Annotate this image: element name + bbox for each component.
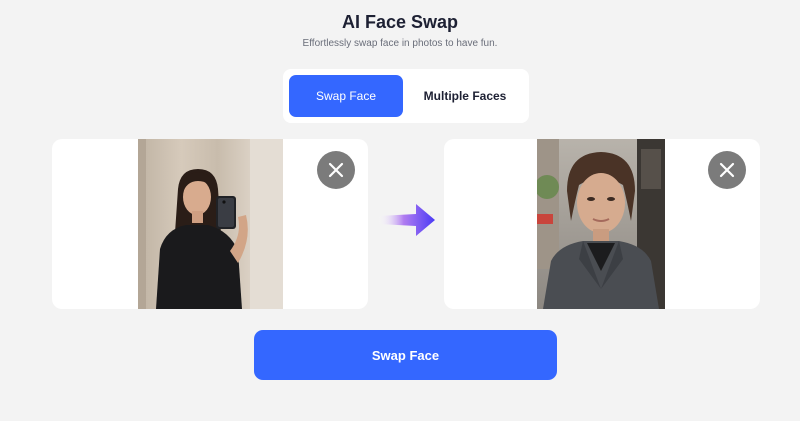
mode-tabs: Swap Face Multiple Faces — [283, 69, 529, 123]
source-image-card[interactable] — [52, 139, 368, 309]
tab-swap-face[interactable]: Swap Face — [289, 75, 403, 117]
target-image-card[interactable] — [444, 139, 760, 309]
remove-source-button[interactable] — [317, 151, 355, 189]
page-subtitle: Effortlessly swap face in photos to have… — [302, 38, 498, 49]
arrow-right-gradient-icon — [378, 204, 435, 236]
source-photo — [138, 139, 283, 309]
close-icon — [328, 162, 344, 178]
tab-multiple-faces[interactable]: Multiple Faces — [407, 75, 523, 117]
close-icon — [719, 162, 735, 178]
page-title: AI Face Swap — [341, 12, 459, 32]
remove-target-button[interactable] — [708, 151, 746, 189]
face-swap-page: AI Face Swap Effortlessly swap face in p… — [0, 0, 800, 421]
target-photo — [537, 139, 665, 309]
target-photo-image — [537, 139, 665, 309]
source-photo-image — [138, 139, 283, 309]
swap-face-button[interactable]: Swap Face — [254, 330, 557, 380]
